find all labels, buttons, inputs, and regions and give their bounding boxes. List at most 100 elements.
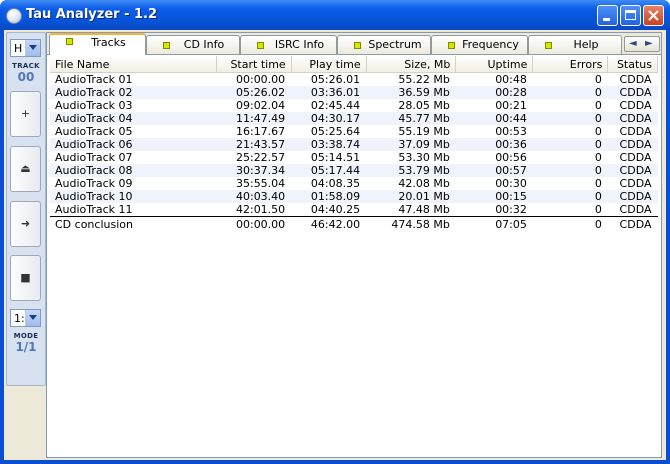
stop-button[interactable]: ■ bbox=[10, 255, 41, 301]
cell-uptime: 00:30 bbox=[495, 177, 527, 190]
minimize-button[interactable] bbox=[597, 5, 618, 26]
tab-spectrum[interactable]: Spectrum bbox=[337, 35, 431, 54]
table-row[interactable]: AudioTrack 10 40:03.40 01:58.09 20.01 Mb 00:… bbox=[50, 190, 658, 203]
cell-size: 53.30 Mb bbox=[398, 151, 450, 164]
cell-size: 42.08 Mb bbox=[398, 177, 450, 190]
table-row[interactable]: AudioTrack 02 05:26.02 03:36.01 36.59 Mb 00:… bbox=[50, 86, 658, 99]
cell-size: 45.77 Mb bbox=[366, 112, 456, 125]
cell-play-time: 05:25.64 bbox=[310, 125, 361, 138]
table-row[interactable]: AudioTrack 07 25:22.57 05:14.51 53.30 Mb 00:… bbox=[50, 151, 658, 164]
cell-play-time: 03:36.01 bbox=[291, 86, 367, 99]
cell-errors: 0 bbox=[594, 99, 602, 112]
window-title: Tau Analyzer - 1.2 bbox=[26, 7, 158, 22]
close-button[interactable] bbox=[643, 5, 664, 26]
cell-errors: 0 bbox=[594, 177, 602, 190]
add-button[interactable]: + bbox=[10, 91, 41, 137]
column-header-play-time[interactable]: Play time bbox=[291, 56, 367, 73]
summary-row[interactable]: CD conclusion 00:00.00 46:42.00 474.58 Mb 07… bbox=[50, 216, 658, 231]
cell-errors: 0 bbox=[594, 125, 602, 138]
mode-select[interactable]: 1: bbox=[10, 309, 41, 327]
column-header-start-time[interactable]: Start time bbox=[216, 56, 292, 73]
tab-tracks[interactable]: Tracks bbox=[49, 33, 146, 55]
tab-isrc-info[interactable]: ISRC Info bbox=[240, 35, 337, 54]
table-row[interactable]: AudioTrack 06 21:43.57 03:38.74 37.09 Mb 00:… bbox=[50, 138, 658, 151]
cell-status: CDDA bbox=[619, 125, 652, 138]
cell-errors: 0 bbox=[594, 203, 602, 216]
plus-icon: + bbox=[20, 107, 31, 120]
app-icon bbox=[6, 8, 22, 24]
chevron-right-icon[interactable]: ► bbox=[645, 38, 653, 49]
cell-uptime: 00:57 bbox=[455, 164, 533, 177]
cell-uptime: 00:28 bbox=[455, 86, 533, 99]
cell-status: CDDA bbox=[607, 164, 658, 177]
cell-size: 37.09 Mb bbox=[366, 138, 456, 151]
cell-uptime: 00:53 bbox=[495, 125, 527, 138]
tab-frequency[interactable]: Frequency bbox=[431, 35, 528, 54]
cell-errors: 0 bbox=[532, 190, 608, 203]
cell-status: CDDA bbox=[619, 99, 652, 112]
next-button[interactable]: ➜ bbox=[10, 201, 41, 247]
eject-icon: ⏏ bbox=[20, 162, 31, 175]
table-row[interactable]: AudioTrack 08 30:37.34 05:17.44 53.79 Mb 00:… bbox=[50, 164, 658, 177]
mode-value: 1/1 bbox=[15, 340, 37, 354]
table-row[interactable]: AudioTrack 09 35:55.04 04:08.35 42.08 Mb 00:… bbox=[50, 177, 658, 190]
cell-uptime: 00:15 bbox=[455, 190, 533, 203]
cell-file-name: CD conclusion bbox=[50, 216, 217, 231]
cell-errors: 0 bbox=[532, 86, 608, 99]
column-header-file-name[interactable]: File Name bbox=[50, 56, 217, 73]
eject-button[interactable]: ⏏ bbox=[10, 146, 41, 192]
source-select[interactable]: H bbox=[10, 39, 41, 57]
tracks-table: File Name Start time Play time Size, Mb … bbox=[50, 56, 658, 231]
cell-uptime: 00:44 bbox=[455, 112, 533, 125]
title-bar[interactable]: Tau Analyzer - 1.2 bbox=[0, 0, 670, 30]
cell-uptime: 00:36 bbox=[455, 138, 533, 151]
cell-play-time: 05:14.51 bbox=[310, 151, 361, 164]
cell-play-time: 05:17.44 bbox=[291, 164, 367, 177]
table-row[interactable]: AudioTrack 11 42:01.50 04:40.25 47.48 Mb 00:… bbox=[50, 203, 658, 217]
cell-play-time: 02:45.44 bbox=[310, 99, 361, 112]
cell-uptime: 00:21 bbox=[495, 99, 527, 112]
cell-errors: 0 bbox=[532, 138, 608, 151]
tab-cd-info[interactable]: CD Info bbox=[146, 35, 240, 54]
minimize-icon bbox=[603, 18, 610, 21]
cell-start-time: 25:22.57 bbox=[235, 151, 286, 164]
cell-file-name: AudioTrack 11 bbox=[55, 203, 133, 216]
tab-indicator-icon bbox=[448, 42, 455, 49]
cell-errors: 0 bbox=[532, 112, 608, 125]
table-row[interactable]: AudioTrack 03 09:02.04 02:45.44 28.05 Mb 00:… bbox=[50, 99, 658, 112]
cell-file-name: AudioTrack 06 bbox=[50, 138, 217, 151]
table-row[interactable]: AudioTrack 04 11:47.49 04:30.17 45.77 Mb 00:… bbox=[50, 112, 658, 125]
table-row[interactable]: AudioTrack 01 00:00.00 05:26.01 55.22 Mb 00:… bbox=[50, 73, 658, 87]
tab-label: Tracks bbox=[91, 36, 126, 49]
column-header-errors[interactable]: Errors bbox=[532, 56, 609, 73]
tab-indicator-icon bbox=[66, 38, 73, 45]
cell-start-time: 09:02.04 bbox=[235, 99, 286, 112]
cell-status: CDDA bbox=[607, 86, 658, 99]
cell-file-name: AudioTrack 07 bbox=[55, 151, 133, 164]
chevron-down-icon[interactable] bbox=[25, 310, 40, 326]
cell-start-time: 30:37.34 bbox=[216, 164, 292, 177]
cell-size: 55.22 Mb bbox=[398, 73, 450, 86]
cell-start-time: 21:43.57 bbox=[216, 138, 292, 151]
table-header-row: File Name Start time Play time Size, Mb … bbox=[50, 56, 658, 73]
chevron-left-icon[interactable]: ◄ bbox=[629, 38, 637, 49]
maximize-button[interactable] bbox=[620, 5, 641, 26]
cell-errors: 0 bbox=[594, 73, 602, 86]
tab-help[interactable]: Help bbox=[528, 35, 622, 54]
cell-status: CDDA bbox=[607, 112, 658, 125]
tab-indicator-icon bbox=[545, 42, 552, 49]
cell-uptime: 00:32 bbox=[495, 203, 527, 216]
app-window: Tau Analyzer - 1.2 H TRACK 00 + ⏏ ➜ ■ 1:… bbox=[0, 0, 670, 464]
tab-label: Help bbox=[573, 38, 599, 51]
column-header-status[interactable]: Status bbox=[607, 56, 658, 73]
tab-label: Frequency bbox=[462, 38, 519, 51]
column-header-size[interactable]: Size, Mb bbox=[366, 56, 457, 73]
tab-label: CD Info bbox=[183, 38, 225, 51]
chevron-down-icon[interactable] bbox=[25, 40, 40, 56]
column-header-uptime[interactable]: Uptime bbox=[455, 56, 534, 73]
cell-status: CDDA bbox=[619, 203, 652, 216]
track-label: TRACK bbox=[12, 62, 40, 70]
table-row[interactable]: AudioTrack 05 16:17.67 05:25.64 55.19 Mb 00:… bbox=[50, 125, 658, 138]
cell-file-name: AudioTrack 05 bbox=[55, 125, 133, 138]
cell-uptime: 07:05 bbox=[455, 216, 533, 231]
